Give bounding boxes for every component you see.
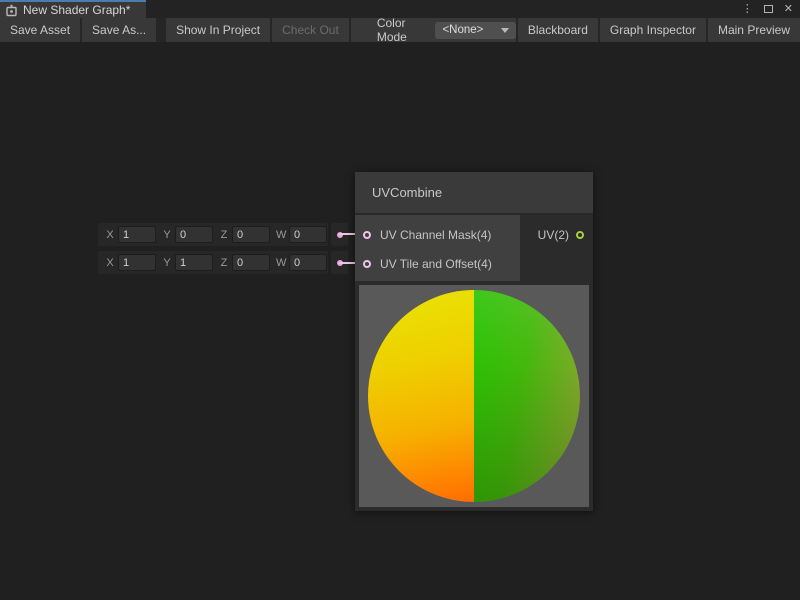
y-label: Y (162, 229, 172, 241)
vector4-port-icon[interactable] (363, 231, 371, 239)
shader-graph-icon (5, 4, 18, 17)
x-field[interactable] (118, 254, 156, 271)
y-field[interactable] (175, 254, 213, 271)
vector4-port-icon[interactable] (363, 260, 371, 268)
z-label: Z (219, 257, 229, 269)
w-field[interactable] (289, 254, 327, 271)
save-as-button[interactable]: Save As... (82, 18, 156, 42)
w-label: W (276, 257, 286, 269)
check-out-button: Check Out (272, 18, 349, 42)
input-port-label: UV Channel Mask(4) (380, 228, 491, 242)
shader-preview (359, 285, 589, 507)
output-port-row: UV(2) (520, 220, 593, 249)
node-title-bar[interactable]: UVCombine (355, 172, 593, 215)
x-label: X (105, 257, 115, 269)
sphere-right-half (474, 290, 580, 502)
input-port-row: UV Channel Mask(4) (355, 220, 520, 249)
maximize-icon[interactable] (764, 5, 773, 13)
vector4-input-row-1: X Y Z W (98, 223, 328, 246)
node-preview-section (355, 281, 593, 511)
y-field[interactable] (175, 226, 213, 243)
x-label: X (105, 229, 115, 241)
graph-canvas[interactable]: X Y Z W X Y Z W (0, 42, 800, 600)
node-port-section: UV Channel Mask(4) UV Tile and Offset(4)… (355, 215, 593, 281)
z-field[interactable] (232, 254, 270, 271)
window-controls: ⋮ ✕ (742, 0, 793, 18)
tab-title: New Shader Graph* (23, 3, 130, 17)
save-asset-button[interactable]: Save Asset (0, 18, 80, 42)
toolbar: Save Asset Save As... Show In Project Ch… (0, 18, 800, 42)
node-title: UVCombine (372, 185, 442, 200)
blackboard-button[interactable]: Blackboard (518, 18, 598, 42)
node-input-ports: UV Channel Mask(4) UV Tile and Offset(4) (355, 215, 520, 281)
node-uvcombine: UVCombine UV Channel Mask(4) UV Tile and… (355, 172, 593, 511)
color-mode-section: Color Mode <None> (351, 18, 516, 42)
input-port-row: UV Tile and Offset(4) (355, 249, 520, 278)
toolbar-divider (158, 18, 164, 42)
z-label: Z (219, 229, 229, 241)
vector2-port-icon[interactable] (576, 231, 584, 239)
color-mode-label: Color Mode (377, 16, 427, 44)
tab-new-shader-graph[interactable]: New Shader Graph* (0, 0, 146, 18)
w-field[interactable] (289, 226, 327, 243)
vector4-input-row-2: X Y Z W (98, 251, 328, 274)
kebab-menu-icon[interactable]: ⋮ (742, 0, 753, 18)
output-port-label: UV(2) (538, 228, 569, 242)
preview-sphere (368, 290, 580, 502)
chevron-down-icon (501, 28, 509, 33)
w-label: W (276, 229, 286, 241)
y-label: Y (162, 257, 172, 269)
sphere-left-half (368, 290, 474, 502)
z-field[interactable] (232, 226, 270, 243)
node-output-ports: UV(2) (520, 215, 593, 281)
shader-graph-window: New Shader Graph* ⋮ ✕ Save Asset Save As… (0, 0, 800, 600)
color-mode-dropdown[interactable]: <None> (435, 22, 515, 39)
x-field[interactable] (118, 226, 156, 243)
main-preview-button[interactable]: Main Preview (708, 18, 800, 42)
show-in-project-button[interactable]: Show In Project (166, 18, 270, 42)
input-port-label: UV Tile and Offset(4) (380, 257, 492, 271)
tab-strip: New Shader Graph* ⋮ ✕ (0, 0, 800, 18)
graph-inspector-button[interactable]: Graph Inspector (600, 18, 706, 42)
close-icon[interactable]: ✕ (784, 0, 793, 18)
color-mode-value: <None> (442, 24, 500, 36)
